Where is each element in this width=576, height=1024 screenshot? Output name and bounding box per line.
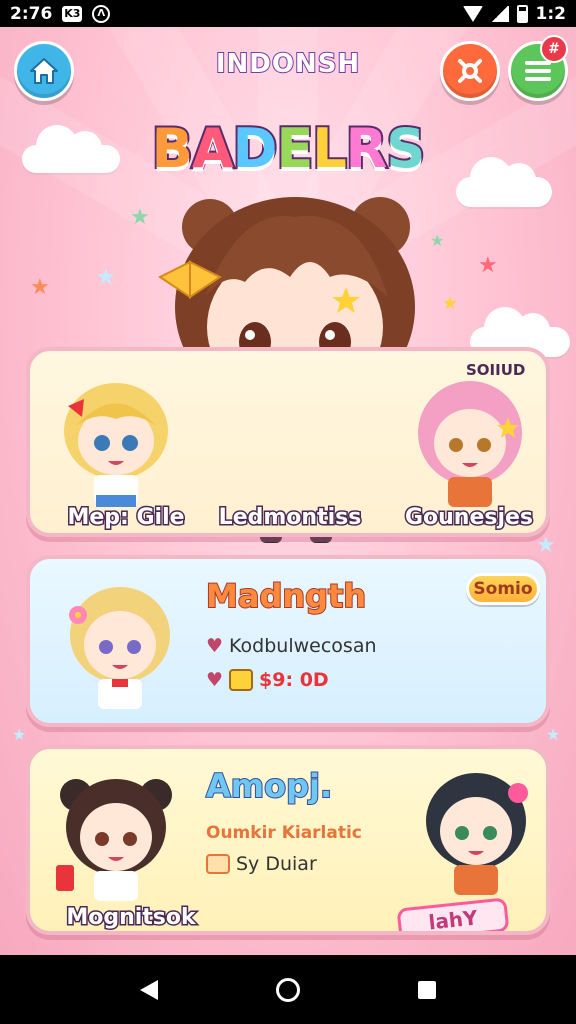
star-icon: ★ [96, 265, 116, 290]
recent-apps-button[interactable] [418, 981, 436, 999]
card-subtitle: Oumkir Kiarlatic [206, 823, 362, 843]
page-title: INDONSH [215, 48, 361, 80]
character-card-top[interactable]: SOIIUD Mep: Gile Ledmontiss Gounesjes [26, 347, 550, 537]
gear-icon [458, 59, 482, 83]
card-price: $9: 0D [259, 669, 329, 691]
battery-icon [516, 4, 528, 23]
home-nav-button[interactable] [276, 978, 300, 1002]
star-icon: ★ [30, 275, 50, 300]
notification-badge: # [540, 35, 568, 63]
heart-icon: ♥ [206, 669, 224, 691]
character-portrait-dark-hair [426, 773, 528, 895]
character-card-bottom[interactable]: Amopj. Oumkir Kiarlatic Sy Duiar Mognits… [26, 745, 550, 935]
app-notification-icon: Λ [92, 4, 111, 23]
app-screen: ★ ★ ★ ★ ★ ★ ★ ★ ★ INDONSH # BADELRS SOII… [0, 27, 576, 955]
signal-icon [490, 5, 509, 22]
character-portrait-brunette [56, 779, 172, 901]
menu-icon [525, 61, 551, 81]
card-info-line: ♥ Kodbulwecosan [206, 635, 377, 657]
card-pill-button[interactable]: Somio [466, 573, 540, 605]
back-button[interactable] [140, 980, 158, 1000]
card-title: Amopj. [205, 766, 333, 806]
wifi-icon [462, 5, 483, 22]
card-title: Madngth [205, 576, 367, 616]
character-label-right: Gounesjes [403, 504, 534, 532]
character-card-middle[interactable]: Madngth Somio ♥ Kodbulwecosan ♥ $9: 0D [26, 555, 550, 727]
star-icon: ★ [536, 533, 556, 558]
card-info-line: Sy Duiar [206, 853, 317, 875]
character-label-left: Mep: Gile [66, 504, 186, 532]
star-icon: ★ [442, 293, 459, 314]
coin-icon [229, 669, 254, 691]
card-info-text: Kodbulwecosan [229, 635, 377, 657]
star-icon: ★ [12, 725, 27, 744]
status-bar: 2:76 K3 Λ 1:2 [0, 0, 576, 27]
character-portrait-blonde [64, 383, 168, 507]
status-time: 2:76 [10, 3, 53, 24]
character-label-center: Ledmontiss [217, 504, 363, 532]
status-right-time: 1:2 [535, 3, 566, 24]
star-icon: ★ [130, 205, 150, 230]
character-portrait-blonde-flower [69, 587, 170, 709]
heart-icon: ♥ [206, 635, 224, 657]
card-price-line: ♥ $9: 0D [206, 669, 329, 691]
star-icon: ★ [546, 725, 561, 744]
home-button[interactable] [14, 41, 74, 101]
card-info-text: Sy Duiar [236, 853, 317, 875]
cloud-decoration [22, 125, 120, 173]
ticket-icon [206, 854, 230, 874]
card-tag: SOIIUD [466, 361, 526, 379]
notification-icon: K3 [62, 5, 83, 22]
character-portrait-pink [418, 381, 522, 507]
cloud-decoration [456, 157, 552, 207]
settings-button[interactable] [440, 41, 500, 101]
character-label-left: Mognitsok [65, 904, 197, 932]
star-icon: ★ [478, 253, 498, 278]
home-icon [30, 58, 58, 84]
